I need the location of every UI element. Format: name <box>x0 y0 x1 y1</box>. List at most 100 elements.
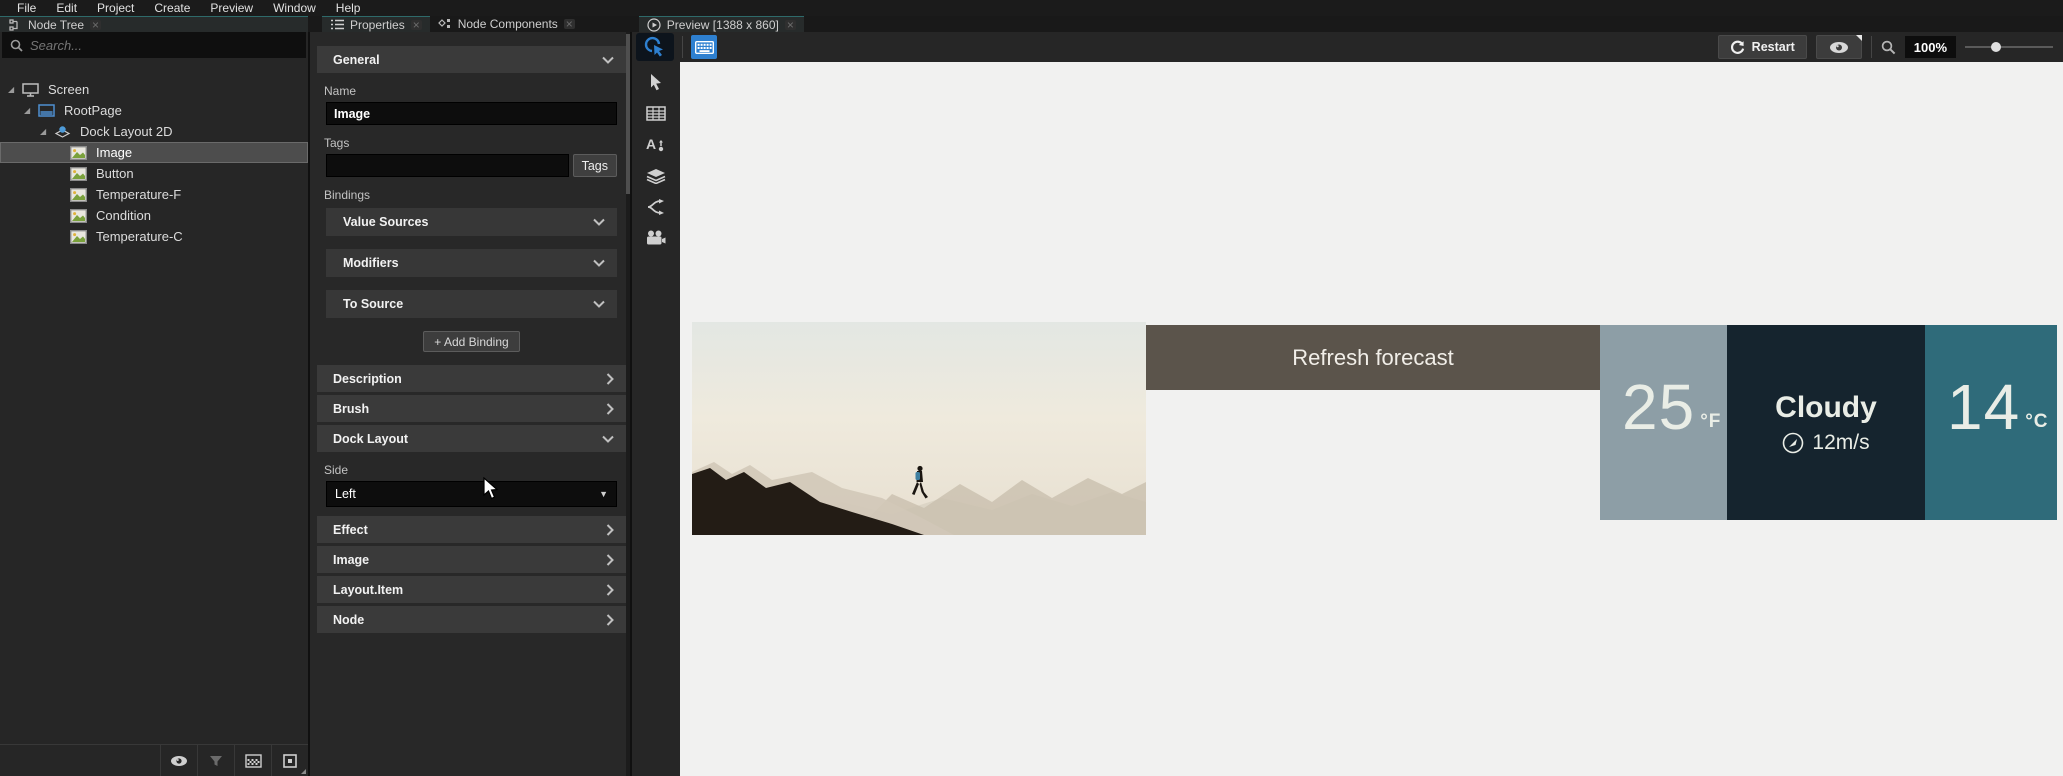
node-tree-footer <box>0 744 308 776</box>
section-value-sources[interactable]: Value Sources <box>326 208 617 236</box>
section-modifiers[interactable]: Modifiers <box>326 249 617 277</box>
square-dot-icon <box>283 753 297 768</box>
section-to-source[interactable]: To Source <box>326 290 617 318</box>
menu-edit[interactable]: Edit <box>47 0 86 16</box>
tree-item-condition[interactable]: Condition <box>0 205 308 226</box>
state-flow-icon[interactable] <box>647 199 665 215</box>
zoom-slider[interactable] <box>1965 37 2053 57</box>
tree-item-label: Button <box>96 166 134 181</box>
tree-item-temperature-c[interactable]: Temperature-C <box>0 226 308 247</box>
tree-item-image[interactable]: Image <box>0 142 308 163</box>
tab-node-tree-close-icon[interactable]: × <box>90 19 102 31</box>
tab-preview[interactable]: Preview [1388 x 860] × <box>638 16 804 32</box>
tree-item-rootpage[interactable]: ◢ RootPage <box>0 100 308 121</box>
tags-button[interactable]: Tags <box>572 154 617 177</box>
layers-icon[interactable] <box>646 168 666 184</box>
tab-node-tree-label: Node Tree <box>28 17 85 32</box>
tree-item-label: Dock Layout 2D <box>80 124 173 139</box>
section-general[interactable]: General <box>317 46 626 73</box>
tab-properties-close-icon[interactable]: × <box>410 19 422 31</box>
chevron-down-icon <box>593 300 605 308</box>
chevron-right-icon <box>606 583 614 596</box>
weather-app: Refresh forecast 25 °F Cloudy 12m/s 14 °… <box>692 322 2057 535</box>
section-effect[interactable]: Effect <box>317 516 626 543</box>
tree-item-label: Image <box>96 145 133 160</box>
section-node[interactable]: Node <box>317 606 626 633</box>
tags-field[interactable] <box>326 154 569 177</box>
tree-item-dock-layout-2d[interactable]: ◢ Dock Layout 2D <box>0 121 308 142</box>
data-grid-icon[interactable] <box>646 106 666 121</box>
grid-view-button[interactable] <box>234 745 271 776</box>
tab-node-components-close-icon[interactable]: × <box>563 18 575 30</box>
expander-icon[interactable]: ◢ <box>24 106 33 115</box>
visualization-button[interactable] <box>1815 35 1862 59</box>
keyboard-icon <box>694 40 714 54</box>
text-analysis-icon[interactable]: A <box>646 136 666 153</box>
zoom-slider-thumb[interactable] <box>1991 42 2001 52</box>
camera-icon[interactable] <box>646 230 666 245</box>
menu-preview[interactable]: Preview <box>201 0 262 16</box>
section-brush[interactable]: Brush <box>317 395 626 422</box>
menu-file[interactable]: File <box>8 0 45 16</box>
tab-properties[interactable]: Properties × <box>322 16 430 32</box>
node-tree-search[interactable] <box>2 32 306 58</box>
menu-help[interactable]: Help <box>327 0 370 16</box>
chevron-right-icon <box>606 402 614 415</box>
zoom-level-value[interactable]: 100% <box>1904 36 1956 58</box>
menu-create[interactable]: Create <box>145 0 199 16</box>
temp-c-unit: °C <box>2025 411 2049 432</box>
restart-button-label: Restart <box>1751 40 1795 54</box>
temperature-c-panel: 14 °C <box>1925 325 2057 520</box>
wind-speed-label: 12m/s <box>1812 430 1870 454</box>
refresh-forecast-button[interactable]: Refresh forecast <box>1146 325 1600 390</box>
image-thumbnail-icon <box>69 229 87 244</box>
expander-icon[interactable]: ◢ <box>8 85 17 94</box>
tree-item-screen[interactable]: ◢ Screen <box>0 79 308 100</box>
virtual-keyboard-button[interactable] <box>691 35 717 59</box>
interaction-tool-button[interactable] <box>636 33 674 61</box>
properties-scrollbar[interactable] <box>626 32 630 776</box>
refresh-forecast-label: Refresh forecast <box>1292 344 1454 370</box>
menu-window[interactable]: Window <box>264 0 325 16</box>
preview-canvas[interactable]: Refresh forecast 25 °F Cloudy 12m/s 14 °… <box>680 62 2063 776</box>
mountain-hiker-image <box>692 322 1146 535</box>
menu-project[interactable]: Project <box>88 0 143 16</box>
name-input[interactable] <box>334 106 609 121</box>
properties-list-icon <box>330 19 344 31</box>
preview-mode-button[interactable] <box>271 745 308 776</box>
tab-node-tree[interactable]: Node Tree × <box>0 16 308 32</box>
corner-dropdown-indicator <box>301 769 306 774</box>
section-layout-item[interactable]: Layout.Item <box>317 576 626 603</box>
section-description-label: Description <box>333 371 402 386</box>
search-icon <box>10 39 23 52</box>
name-field[interactable] <box>326 102 617 125</box>
side-dropdown[interactable]: Left ▼ <box>326 481 617 507</box>
dropdown-arrow-icon: ▼ <box>599 489 608 499</box>
tab-node-components[interactable]: Node Components × <box>430 16 583 32</box>
add-binding-button[interactable]: + Add Binding <box>423 331 520 352</box>
select-cursor-icon[interactable] <box>648 73 664 91</box>
chevron-right-icon <box>606 613 614 626</box>
tags-input[interactable] <box>334 158 561 173</box>
section-description[interactable]: Description <box>317 365 626 392</box>
temperature-f-panel: 25 °F <box>1600 325 1727 520</box>
tab-node-components-label: Node Components <box>457 17 558 31</box>
section-dock-layout[interactable]: Dock Layout <box>317 425 626 452</box>
section-image[interactable]: Image <box>317 546 626 573</box>
expander-icon[interactable]: ◢ <box>40 127 49 136</box>
filter-button[interactable] <box>197 745 234 776</box>
node-components-icon <box>438 18 452 30</box>
tree-item-button[interactable]: Button <box>0 163 308 184</box>
toolbar-divider <box>1870 36 1872 58</box>
dock-tab-bar: Node Tree × Properties × Node Components… <box>0 16 2063 32</box>
visibility-toggle-button[interactable] <box>160 745 197 776</box>
scrollbar-thumb[interactable] <box>626 34 630 194</box>
condition-panel: Cloudy 12m/s <box>1727 325 1925 520</box>
svg-text:A: A <box>646 136 656 152</box>
tab-preview-close-icon[interactable]: × <box>784 19 796 31</box>
tree-item-temperature-f[interactable]: Temperature-F <box>0 184 308 205</box>
chevron-right-icon <box>606 372 614 385</box>
restart-button[interactable]: Restart <box>1717 35 1807 59</box>
side-label: Side <box>324 463 349 477</box>
search-input[interactable] <box>30 37 260 53</box>
